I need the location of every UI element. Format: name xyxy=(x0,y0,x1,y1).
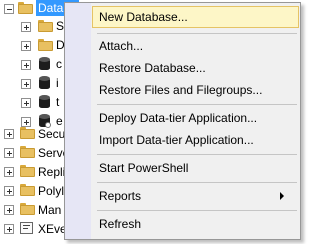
menu-item-refresh[interactable]: Refresh xyxy=(67,213,298,235)
menu-item-import-data-tier[interactable]: Import Data-tier Application... xyxy=(67,129,298,151)
menu-item-label: Restore Files and Filegroups... xyxy=(99,83,263,97)
tree-node-label: c xyxy=(56,57,62,71)
expand-toggle-icon[interactable] xyxy=(4,205,14,215)
tree-node-child[interactable]: S xyxy=(0,18,64,36)
folder-icon xyxy=(38,39,53,51)
menu-item-label: Attach... xyxy=(99,39,144,53)
database-icon xyxy=(39,95,50,109)
tree-node-database[interactable]: c xyxy=(0,56,64,74)
menu-item-label: Restore Database... xyxy=(99,61,206,75)
menu-item-new-database[interactable]: New Database... xyxy=(92,6,299,28)
menu-separator xyxy=(97,182,297,183)
tree-node-child[interactable]: D xyxy=(0,37,65,55)
tree-node-replication[interactable]: Repli xyxy=(0,163,66,181)
tree-node-label: Man xyxy=(38,203,62,217)
tree-node-label: S xyxy=(56,19,65,33)
tree-node-database[interactable]: i xyxy=(0,75,64,93)
expand-toggle-icon[interactable] xyxy=(4,129,14,139)
tree-node-label: i xyxy=(56,76,59,90)
expand-toggle-icon[interactable] xyxy=(21,60,31,70)
folder-icon xyxy=(20,184,35,196)
tree-node-management[interactable]: Man xyxy=(0,201,64,219)
menu-item-deploy-data-tier[interactable]: Deploy Data-tier Application... xyxy=(67,107,298,129)
tree-node-databases[interactable]: Databa xyxy=(0,0,79,18)
tree-node-label: Repli xyxy=(38,165,66,179)
menu-separator xyxy=(97,154,297,155)
database-icon xyxy=(39,57,50,71)
menu-item-label: New Database... xyxy=(99,10,188,24)
folder-icon xyxy=(20,127,35,139)
menu-item-label: Refresh xyxy=(99,217,142,231)
submenu-arrow-icon xyxy=(280,192,284,200)
menu-separator xyxy=(97,104,297,105)
folder-icon xyxy=(20,165,35,177)
profiler-icon xyxy=(20,222,33,234)
menu-item-label: Deploy Data-tier Application... xyxy=(99,111,258,125)
expand-toggle-icon[interactable] xyxy=(21,79,31,89)
menu-item-label: Start PowerShell xyxy=(99,161,189,175)
tree-node-polybase[interactable]: Polyl xyxy=(0,182,64,200)
tree-node-server-objects[interactable]: Serve xyxy=(0,144,69,162)
folder-icon xyxy=(20,146,35,158)
tree-node-label: t xyxy=(56,95,60,109)
folder-icon xyxy=(38,20,53,32)
database-icon xyxy=(39,76,50,90)
menu-item-reports[interactable]: Reports xyxy=(67,185,298,207)
menu-item-start-powershell[interactable]: Start PowerShell xyxy=(67,157,298,179)
menu-item-label: Reports xyxy=(99,189,142,203)
expand-toggle-icon[interactable] xyxy=(21,41,31,51)
context-menu: New Database... Attach... Restore Databa… xyxy=(64,2,301,240)
folder-icon xyxy=(20,203,35,215)
tree-node-database[interactable]: t xyxy=(0,94,64,112)
collapse-toggle-icon[interactable] xyxy=(4,4,14,14)
tree-node-security[interactable]: Secu xyxy=(0,125,66,143)
tree-node-xevent-profiler[interactable]: XEve xyxy=(0,220,67,238)
menu-item-attach[interactable]: Attach... xyxy=(67,35,298,57)
expand-toggle-icon[interactable] xyxy=(4,148,14,158)
menu-item-label: Import Data-tier Application... xyxy=(99,133,254,147)
expand-toggle-icon[interactable] xyxy=(4,186,14,196)
tree-node-label: Polyl xyxy=(38,184,65,198)
tree-node-label: XEve xyxy=(38,222,67,236)
expand-toggle-icon[interactable] xyxy=(4,224,14,234)
tree-node-label: Secu xyxy=(38,127,66,141)
expand-toggle-icon[interactable] xyxy=(21,98,31,108)
expand-toggle-icon[interactable] xyxy=(21,22,31,32)
folder-icon xyxy=(18,2,33,14)
menu-item-restore-database[interactable]: Restore Database... xyxy=(67,57,298,79)
menu-separator xyxy=(97,33,297,34)
menu-item-restore-files-filegroups[interactable]: Restore Files and Filegroups... xyxy=(67,79,298,101)
expand-toggle-icon[interactable] xyxy=(4,167,14,177)
menu-separator xyxy=(97,210,297,211)
